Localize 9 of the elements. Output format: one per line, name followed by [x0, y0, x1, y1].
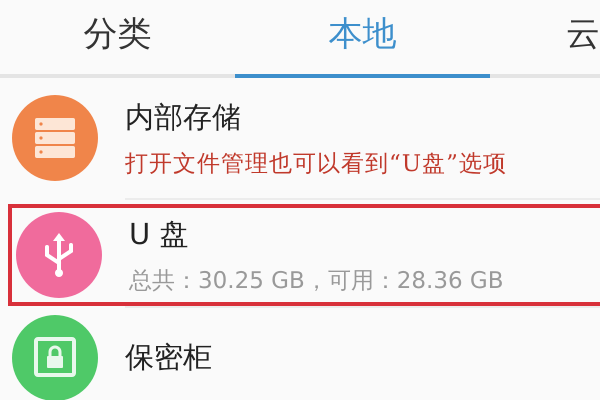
tab[interactable]: 云 [490, 0, 600, 78]
storage-capacity: 总共：30.25 GB，可用：28.36 GB [129, 266, 505, 296]
server-icon [33, 116, 77, 160]
tab[interactable]: 分类 [0, 0, 235, 78]
storage-title[interactable]: 保密柜 [125, 338, 600, 378]
annotation-text: 打开文件管理也可以看到“U盘”选项 [125, 150, 508, 178]
storage-title[interactable]: U 盘 [129, 214, 600, 254]
safe-icon [33, 336, 77, 380]
storage-title[interactable]: 内部存储 [125, 98, 600, 138]
